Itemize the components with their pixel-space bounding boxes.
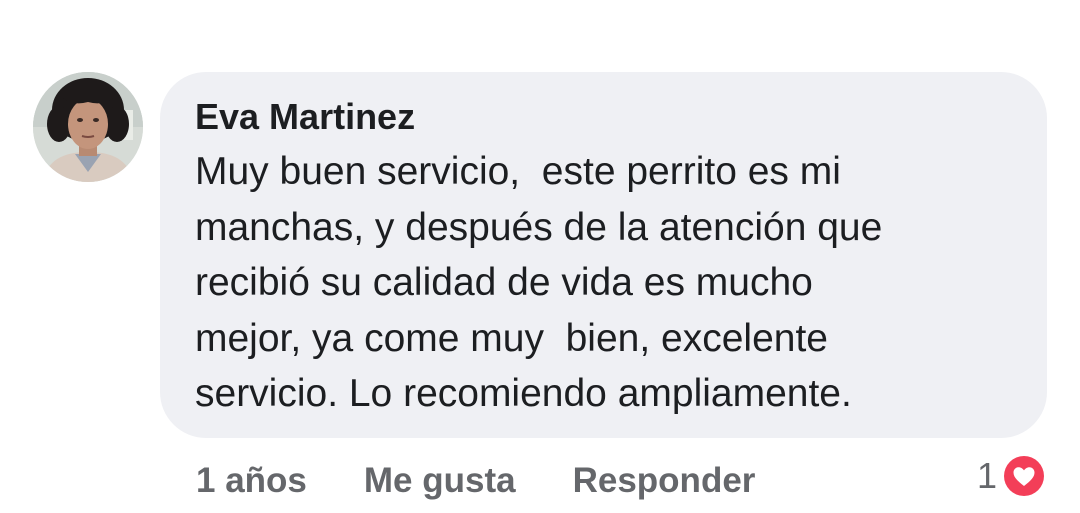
comment-view: Eva Martinez Muy buen servicio, este per…	[0, 0, 1080, 513]
reaction-summary[interactable]: 1	[977, 452, 1047, 500]
comment-text-line: recibió su calidad de vida es mucho	[195, 261, 813, 304]
comment-actions: 1 años Me gusta Responder	[196, 458, 755, 504]
comment-text: Muy buen servicio, este perrito es mi ma…	[195, 144, 1017, 422]
comment-author-name[interactable]: Eva Martinez	[195, 96, 1017, 138]
comment-timestamp[interactable]: 1 años	[196, 461, 307, 501]
reaction-count: 1	[976, 455, 997, 496]
reply-button[interactable]: Responder	[573, 461, 756, 501]
comment-bubble: Eva Martinez Muy buen servicio, este per…	[160, 72, 1047, 438]
user-photo-icon	[33, 72, 143, 182]
comment-text-line: manchas, y después de la atención que	[195, 205, 883, 249]
like-button[interactable]: Me gusta	[364, 461, 516, 501]
comment-text-line: Muy buen servicio, este perrito es mi	[195, 150, 841, 193]
comment-text-line: servicio. Lo recomiendo ampliamente.	[195, 372, 852, 415]
comment-text-line: mejor, ya come muy bien, excelente	[195, 316, 828, 360]
avatar[interactable]	[33, 72, 143, 182]
love-reaction-icon	[1001, 453, 1047, 499]
